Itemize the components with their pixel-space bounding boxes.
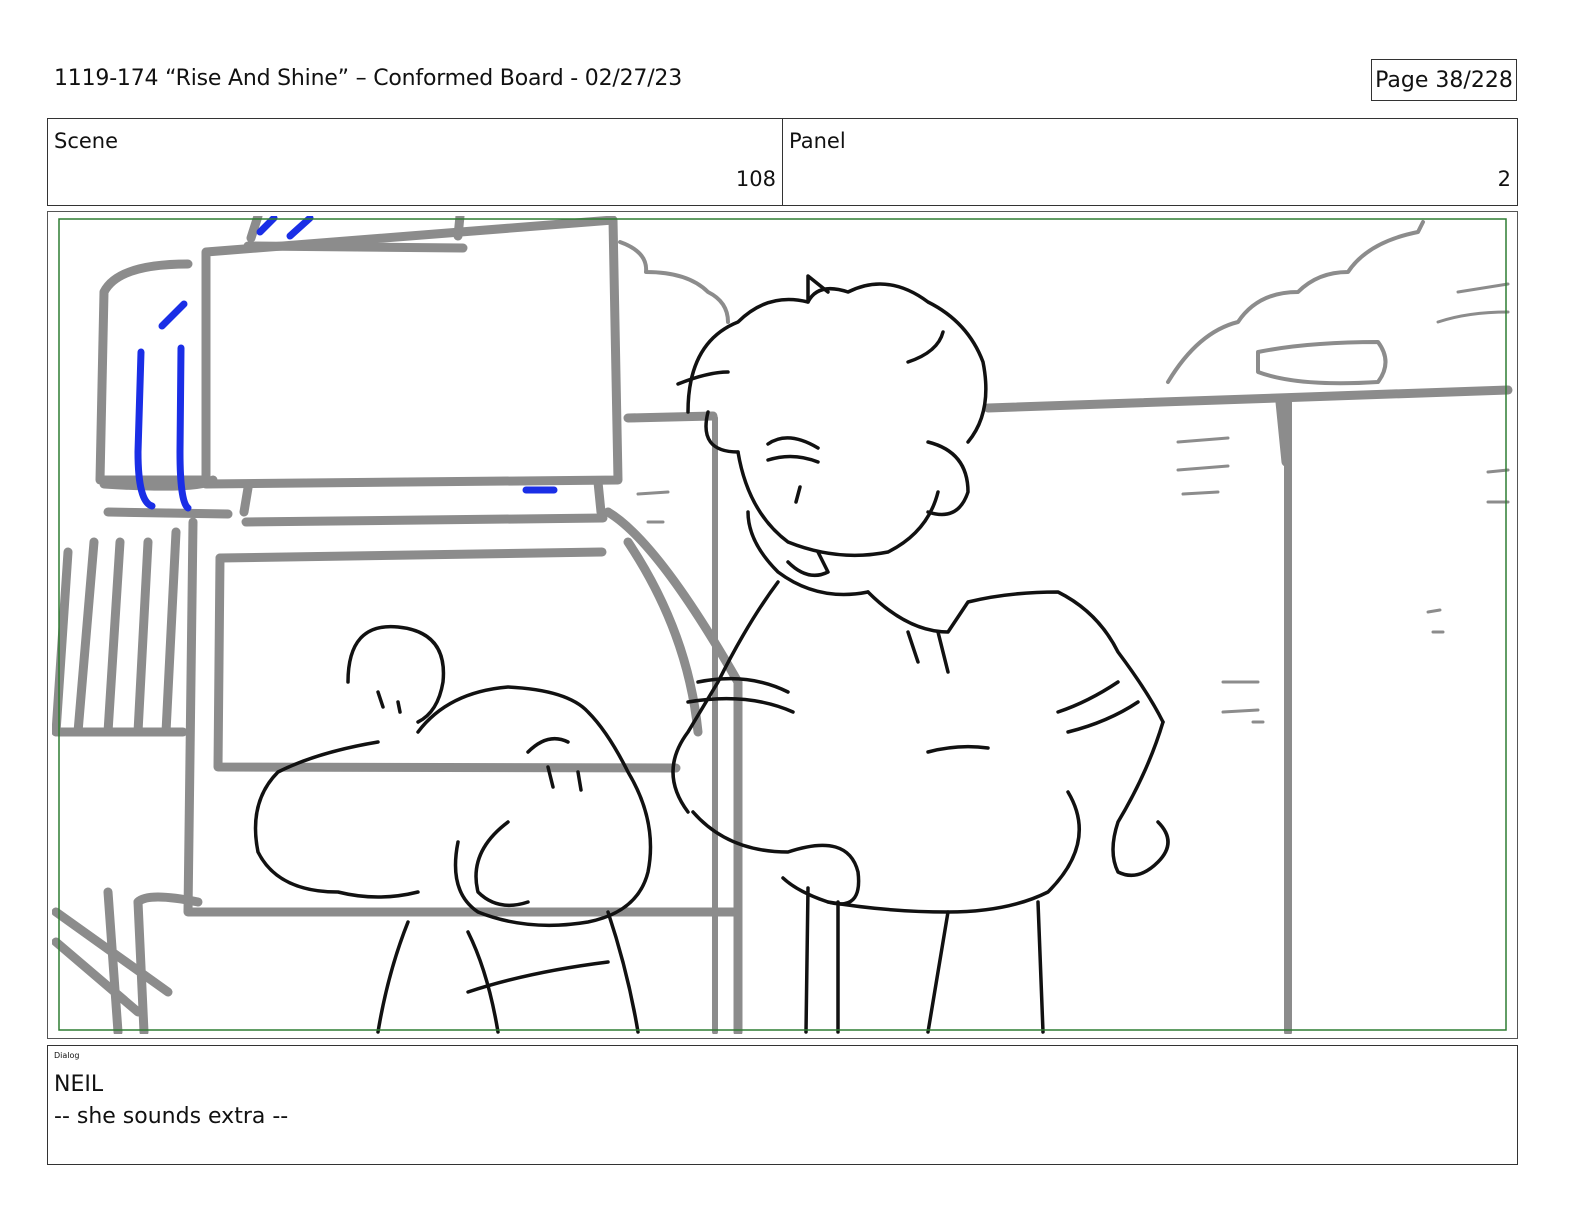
scene-number: 108 [735,167,776,191]
dialog-speaker: NEIL [54,1072,104,1097]
background-sketch [52,216,1513,1034]
scene-panel-info: Scene 108 Panel 2 [47,118,1518,206]
scene-label: Scene [54,129,119,153]
panel-cell: Panel 2 [783,119,1517,205]
page-indicator: Page 38/228 [1371,59,1517,101]
dialog-box: Dialog NEIL -- she sounds extra -- [47,1045,1518,1165]
storyboard-drawing [52,216,1513,1034]
page-number: 38/228 [1435,67,1513,93]
dialog-line: -- she sounds extra -- [54,1104,289,1129]
blue-markup [134,216,558,512]
scene-cell: Scene 108 [48,119,783,205]
storyboard-frame [47,211,1518,1039]
board-title: 1119-174 “Rise And Shine” – Conformed Bo… [54,66,682,91]
characters-sketch [253,274,1170,1034]
panel-label: Panel [789,129,846,153]
page-label: Page [1375,67,1429,93]
dialog-label: Dialog [54,1051,80,1060]
panel-number: 2 [1497,167,1511,191]
